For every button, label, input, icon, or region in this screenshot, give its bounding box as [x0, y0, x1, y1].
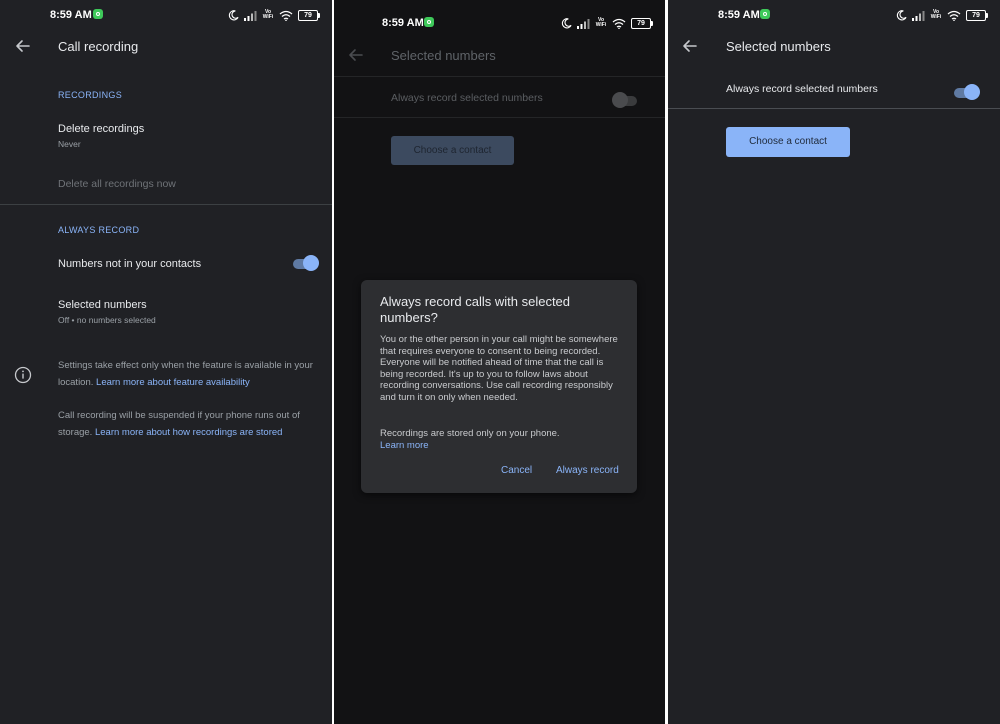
divider	[668, 108, 1000, 109]
always-record-selected-toggle[interactable]	[954, 83, 980, 101]
recordings-storage-link[interactable]: Learn more about how recordings are stor…	[95, 427, 282, 438]
feature-availability-link[interactable]: Learn more about feature availability	[96, 377, 250, 388]
moon-icon	[896, 9, 907, 20]
status-icons: Vo WiFi 79	[561, 16, 653, 30]
status-time: 8:59 AM	[382, 17, 424, 29]
battery-icon: 79	[298, 9, 320, 21]
numbers-not-in-contacts-toggle[interactable]	[293, 254, 319, 272]
back-arrow-icon[interactable]	[13, 36, 33, 56]
status-bar: 8:59 AM Vo WiFi 79	[0, 0, 332, 30]
whatsapp-icon	[93, 9, 103, 19]
recordings-section-header: RECORDINGS	[58, 90, 123, 100]
selected-numbers-dialog-screen: 8:59 AM Vo WiFi 79 Selected numbers Alway…	[334, 0, 665, 724]
choose-contact-button: Choose a contact	[391, 136, 514, 165]
page-title: Selected numbers	[726, 39, 831, 54]
back-arrow-icon	[349, 49, 363, 61]
wifi-icon	[279, 10, 293, 21]
status-icons: Vo WiFi 79	[896, 8, 988, 22]
numbers-not-in-contacts-label: Numbers not in your contacts	[58, 258, 202, 270]
storage-note-text: Recordings are stored only on your phone…	[380, 428, 560, 439]
selected-numbers-subtitle: Off • no numbers selected	[58, 315, 156, 325]
toggle-thumb	[303, 255, 319, 271]
always-record-button[interactable]: Always record	[556, 465, 619, 476]
always-record-selected-label: Always record selected numbers	[726, 83, 878, 95]
selected-numbers-title: Selected numbers	[58, 299, 147, 311]
status-bar: 8:59 AM Vo WiFi 79	[334, 0, 665, 30]
divider	[334, 117, 665, 118]
whatsapp-icon	[760, 9, 770, 19]
battery-icon: 79	[631, 17, 653, 29]
whatsapp-icon	[424, 17, 434, 27]
delete-recordings-title: Delete recordings	[58, 123, 145, 135]
delete-recordings-value: Never	[58, 139, 81, 149]
signal-icon	[577, 18, 590, 29]
dialog-storage-note: Recordings are stored only on your phone…	[380, 428, 620, 451]
page-title: Selected numbers	[391, 48, 496, 63]
volte-icon: Vo WiFi	[930, 9, 942, 20]
cancel-button[interactable]: Cancel	[501, 465, 532, 476]
status-icons: Vo WiFi 79	[228, 8, 320, 22]
volte-icon: Vo WiFi	[595, 17, 607, 28]
always-record-section-header: ALWAYS RECORD	[58, 225, 140, 235]
page-title: Call recording	[58, 39, 139, 54]
toggle-thumb	[964, 84, 980, 100]
always-record-dialog: Always record calls with selected number…	[361, 280, 637, 493]
moon-icon	[561, 17, 572, 28]
choose-contact-button[interactable]: Choose a contact	[726, 127, 850, 157]
volte-icon: Vo WiFi	[262, 9, 274, 20]
always-record-selected-toggle	[612, 91, 639, 109]
delete-all-recordings-button: Delete all recordings now	[58, 178, 176, 190]
toggle-thumb	[612, 92, 628, 108]
divider	[334, 76, 665, 77]
feature-availability-info: Settings take effect only when the featu…	[58, 360, 313, 388]
learn-more-link[interactable]: Learn more	[380, 440, 620, 452]
info-icon	[14, 366, 32, 384]
moon-icon	[228, 9, 239, 20]
wifi-icon	[947, 10, 961, 21]
selected-numbers-screen: 8:59 AM Vo WiFi 79 Selected numbers Alway…	[668, 0, 1000, 724]
status-time: 8:59 AM	[50, 9, 92, 21]
wifi-icon	[612, 18, 626, 29]
storage-info: Call recording will be suspended if your…	[58, 410, 300, 438]
call-recording-screen: 8:59 AM Vo WiFi 79 Call recording RECORDI…	[0, 0, 332, 724]
battery-icon: 79	[966, 9, 988, 21]
always-record-selected-label: Always record selected numbers	[391, 92, 543, 104]
back-arrow-icon[interactable]	[680, 36, 700, 56]
divider	[0, 204, 332, 205]
signal-icon	[912, 10, 925, 21]
dialog-title: Always record calls with selected number…	[380, 294, 571, 325]
signal-icon	[244, 10, 257, 21]
status-bar: 8:59 AM Vo WiFi 79	[668, 0, 1000, 30]
dialog-body: You or the other person in your call mig…	[380, 334, 618, 403]
status-time: 8:59 AM	[718, 9, 760, 21]
